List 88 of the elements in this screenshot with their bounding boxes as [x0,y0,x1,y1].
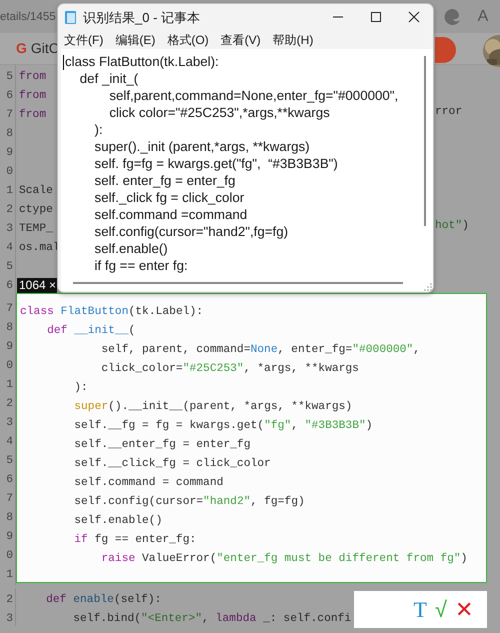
browser-swirl-icon[interactable] [444,8,462,26]
line-number: 2 [5,397,13,412]
line-number: 3 [5,612,13,627]
horizontal-scrollbar[interactable] [73,282,403,284]
line-number: 4 [5,241,13,256]
line-number: 0 [5,359,13,374]
code-line: self.enable() [73,515,162,527]
line-number: 5 [5,260,13,275]
maximize-icon [370,11,382,24]
text-cursor [63,55,64,70]
code-line: self.__enter_fg = enter_fg [73,439,250,451]
code-line: if fg == enter_fg: [73,534,196,546]
text-area[interactable] [61,49,433,291]
code-line: self.__click_fg = click_color [73,458,271,470]
line-number: 7 [5,302,13,317]
line-number: 0 [5,549,13,564]
code-line: super().__init__(parent, *args, **kwargs) [73,401,352,413]
text-line: self.command =command [94,206,248,223]
menu-item[interactable]: 文件(F) [58,31,110,49]
line-number: 4 [5,435,13,450]
code-line: class FlatButton(tk.Label): [20,306,204,318]
text-line: self.enable() [94,240,168,257]
text-line: class FlatButton(tk.Label): [65,53,219,70]
menu-item[interactable]: 编辑(E) [109,31,162,49]
text-line: if fg == enter fg: [94,257,188,274]
logo-icon: G [16,38,27,59]
close-icon [408,11,420,24]
code-line: from [19,90,46,102]
line-number: 1 [5,568,13,583]
line-number: 3 [5,416,13,431]
line-number: 6 [5,473,13,488]
address-text: etails/1455 [0,10,56,25]
line-number: 5 [5,70,13,85]
code-text: rror [435,105,462,120]
line-number: 3 [5,222,13,237]
text-line: super()._init (parent,*args, **kwargs) [94,138,310,155]
code-line: from [19,71,46,83]
text-tool-button[interactable]: T [409,594,431,624]
code-line: self.config(cursor="hand2", fg=fg) [73,496,305,508]
bookmark-label[interactable]: GitC [30,38,59,59]
text-line: self,parent,command=None,enter_fg="#000000", [108,87,398,104]
line-number: 8 [5,321,13,336]
line-number: 1 [5,378,13,393]
code-line: ctype [19,204,53,216]
text-line: self._click fg = click_color [94,189,244,206]
menu-item[interactable]: 格式(O) [161,31,215,49]
line-number: 8 [5,511,13,526]
resize-grip-icon[interactable] [424,283,432,291]
line-number: 7 [5,108,13,123]
code-line: TEMP_ [19,223,53,235]
window-title: 识别结果_0 - 记事本 [83,8,200,27]
code-line: raise ValueError("enter_fg must be different from fg") [100,553,468,565]
line-number: 9 [5,146,13,161]
line-number: 7 [5,492,13,507]
line-number: 1 [5,184,13,199]
text-line: self. enter_fg = enter_fg [94,172,236,189]
line-number: 6 [5,279,13,294]
line-number: 9 [5,340,13,355]
menu-item[interactable]: 查看(V) [214,31,267,49]
code-line: self, parent, command=None, enter_fg="#000000", [100,344,420,356]
code-line: from [19,109,46,121]
line-number: 0 [5,165,13,180]
line-number: 2 [5,593,13,608]
code-line: def enable(self): [45,594,162,606]
code-line: Scale [19,185,53,197]
text-line: def _init_( [78,70,138,87]
code-line: os.mal [19,242,60,254]
text-line: ): [94,121,103,138]
text-line: self. fg=fg = kwargs.get("fg", “#3B3B3B") [94,155,338,172]
code-text: hot") [435,218,469,234]
notepad-icon [64,10,77,25]
code-line: self.command = command [73,477,224,489]
text-line: self.config(cursor="hand2",fg=fg) [94,223,288,240]
menu-item[interactable]: 帮助(H) [266,31,320,49]
code-line: click_color="#25C253", *args, **kwargs [100,363,359,375]
code-line: self.bind("<Enter>", lambda _: self.confi [72,613,352,625]
code-line: self.__fg = fg = kwargs.get("fg", "#3B3B3B") [73,420,373,432]
code-line: ): [73,382,88,394]
text-line: click color="#25C253",*args,**kwargs [108,104,330,121]
code-line: def __init__( [46,325,136,337]
vertical-scrollbar[interactable] [424,56,426,226]
line-number: 8 [5,127,13,142]
line-number: 6 [5,89,13,104]
line-number: 5 [5,454,13,469]
size-label: 1064 × [17,278,57,293]
line-number: 9 [5,530,13,545]
line-number: 2 [5,203,13,218]
cancel-button[interactable]: ✕ [451,594,477,624]
